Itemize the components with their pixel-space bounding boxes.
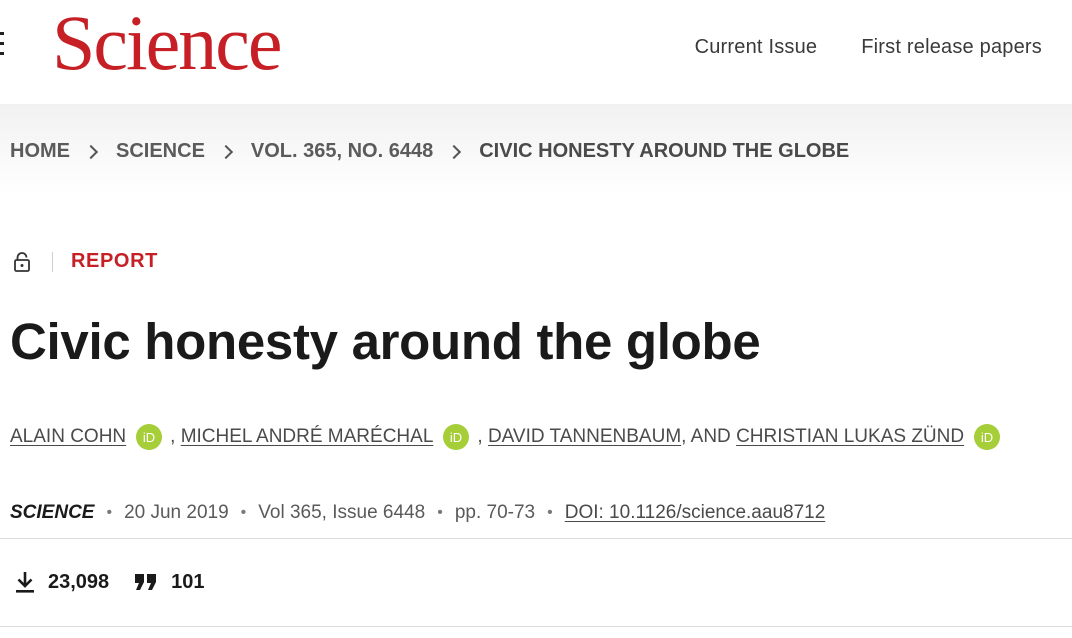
article-type: REPORT	[71, 250, 158, 272]
author-link[interactable]: CHRISTIAN LUKAS ZÜND	[736, 426, 964, 448]
author-link[interactable]: MICHEL ANDRÉ MARÉCHAL	[181, 426, 434, 448]
citations-count: 101	[171, 570, 205, 593]
chevron-right-icon	[83, 144, 99, 159]
access-divider	[52, 251, 53, 272]
meta-separator: •	[437, 504, 443, 521]
svg-text:iD: iD	[450, 430, 462, 445]
author-separator: ,	[170, 426, 176, 447]
breadcrumb-science[interactable]: SCIENCE	[116, 140, 205, 163]
orcid-icon[interactable]: iD	[974, 424, 1001, 450]
publication-meta: SCIENCE • 20 Jun 2019 • Vol 365, Issue 6…	[10, 502, 825, 524]
publication-date: 20 Jun 2019	[124, 502, 229, 523]
breadcrumb-current: CIVIC HONESTY AROUND THE GLOBE	[479, 140, 850, 162]
meta-separator: •	[240, 504, 247, 521]
author-separator: , AND	[681, 426, 731, 447]
author-list: ALAIN COHN iD , MICHEL ANDRÉ MARÉCHAL iD…	[10, 424, 1008, 450]
author-link[interactable]: ALAIN COHN	[10, 426, 126, 448]
site-header: Science Current Issue First release pape…	[0, 0, 1072, 104]
quote-icon	[135, 574, 157, 590]
journal-name: SCIENCE	[10, 502, 95, 523]
article-title: Civic honesty around the globe	[10, 313, 761, 370]
author-separator: ,	[477, 426, 483, 447]
page-range: pp. 70-73	[454, 502, 536, 523]
top-nav: Current Issue First release papers	[695, 36, 1042, 59]
divider	[0, 538, 1072, 539]
citations-metric[interactable]: 101	[133, 570, 205, 594]
svg-text:iD: iD	[143, 430, 155, 445]
article-metrics: 23,098 101	[14, 570, 229, 594]
orcid-icon[interactable]: iD	[136, 424, 163, 450]
meta-separator: •	[106, 504, 113, 521]
author-link[interactable]: DAVID TANNENBAUM	[488, 426, 681, 448]
orcid-icon[interactable]: iD	[443, 424, 470, 450]
divider	[0, 626, 1072, 627]
menu-icon[interactable]	[0, 32, 4, 62]
meta-separator: •	[547, 504, 553, 521]
doi-link[interactable]: DOI: 10.1126/science.aau8712	[565, 502, 826, 524]
lock-icon	[12, 251, 32, 273]
nav-current-issue[interactable]: Current Issue	[695, 36, 818, 59]
volume-issue: Vol 365, Issue 6448	[258, 502, 426, 523]
downloads-metric[interactable]: 23,098	[14, 570, 109, 594]
download-icon	[16, 572, 34, 593]
breadcrumb: HOME SCIENCE VOL. 365, NO. 6448 CIVIC HO…	[10, 140, 849, 163]
science-logo[interactable]: Science	[52, 4, 283, 82]
nav-first-release-papers[interactable]: First release papers	[861, 36, 1042, 59]
chevron-right-icon	[447, 144, 462, 159]
access-row: REPORT	[12, 250, 158, 273]
breadcrumb-home[interactable]: HOME	[10, 140, 70, 163]
svg-text:iD: iD	[981, 430, 993, 445]
downloads-count: 23,098	[48, 570, 110, 593]
breadcrumb-volume[interactable]: VOL. 365, NO. 6448	[251, 140, 433, 163]
chevron-right-icon	[218, 144, 233, 159]
